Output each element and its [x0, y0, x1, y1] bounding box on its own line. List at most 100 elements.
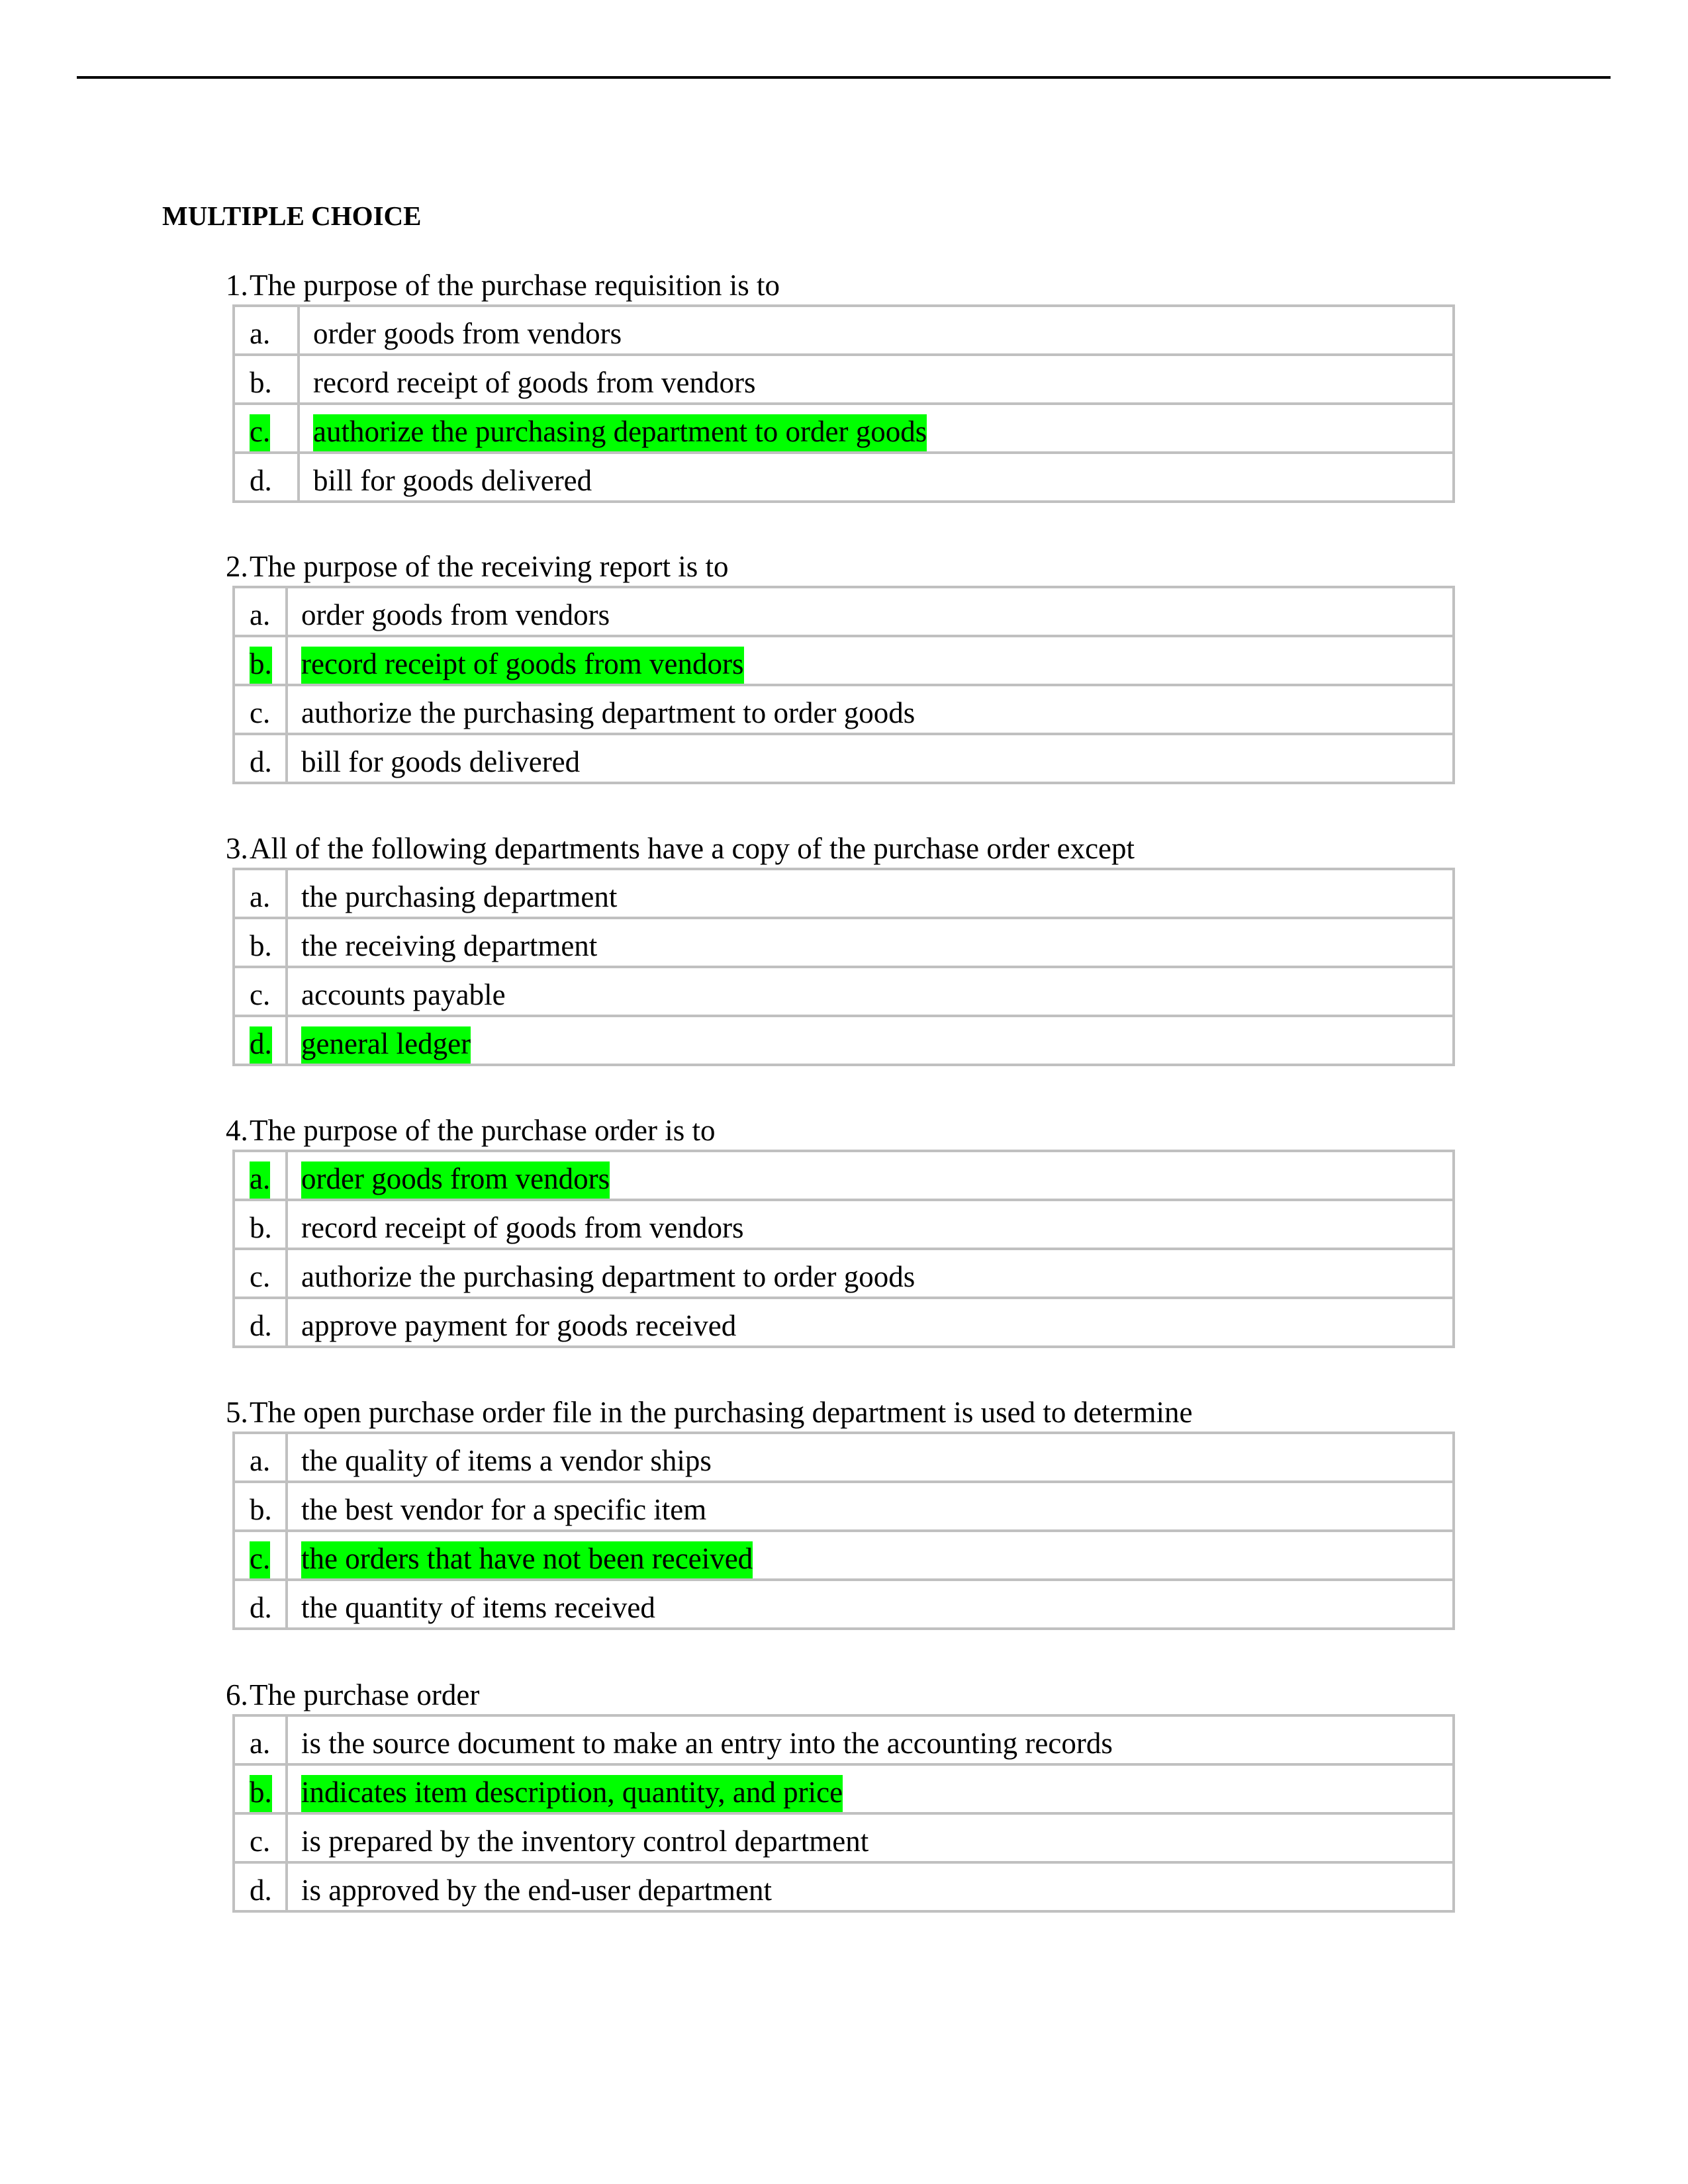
answer-choice-row[interactable]: b. the best vendor for a specific item: [232, 1480, 1455, 1532]
question-2: 2.The purpose of the receiving report is…: [0, 550, 1688, 837]
question-number: 5.: [226, 1396, 248, 1429]
choice-text: the quantity of items received: [301, 1591, 655, 1624]
choice-letter-cell: a.: [232, 1714, 288, 1766]
answer-choice-row[interactable]: c. the orders that have not been received: [232, 1529, 1455, 1581]
choice-text: order goods from vendors: [301, 598, 610, 631]
choice-text: bill for goods delivered: [301, 745, 581, 778]
answer-choice-row[interactable]: a. the quality of items a vendor ships: [232, 1432, 1455, 1483]
question-number: 2.: [226, 550, 248, 583]
answer-choice-row[interactable]: c. authorize the purchasing department to…: [232, 1248, 1455, 1299]
choice-text: the best vendor for a specific item: [301, 1493, 707, 1526]
answer-choice-row[interactable]: b. record receipt of goods from vendors: [232, 353, 1455, 405]
question-text: The open purchase order file in the purc…: [250, 1396, 1193, 1429]
answer-choice-row[interactable]: a. the purchasing department: [232, 868, 1455, 919]
choice-letter: b.: [250, 1211, 272, 1244]
answer-choice-row[interactable]: d. the quantity of items received: [232, 1578, 1455, 1630]
answer-choices-table: a. the purchasing department b. the receivi…: [232, 868, 1455, 1066]
choice-text: order goods from vendors: [313, 317, 622, 350]
choice-letter: a.: [250, 598, 271, 631]
choice-letter: c.: [250, 696, 271, 729]
choice-letter: d.: [250, 1874, 272, 1907]
answer-choice-row[interactable]: d. approve payment for goods received: [232, 1297, 1455, 1348]
choice-text: is the source document to make an entry …: [301, 1727, 1113, 1760]
choice-letter-cell: b.: [232, 1480, 288, 1532]
question-text: The purpose of the purchase requisition …: [250, 269, 780, 302]
choice-text: is approved by the end-user department: [301, 1874, 773, 1907]
question-3: 3.All of the following departments have …: [0, 832, 1688, 1119]
answer-choice-row[interactable]: a. order goods from vendors: [232, 1150, 1455, 1201]
answer-choice-row[interactable]: c. authorize the purchasing department to…: [232, 684, 1455, 735]
choice-text: authorize the purchasing department to o…: [301, 1260, 915, 1293]
answer-choice-row[interactable]: b. the receiving department: [232, 917, 1455, 968]
answer-choices-table: a. the quality of items a vendor ships b. t…: [232, 1432, 1455, 1630]
answer-choice-row[interactable]: d. bill for goods delivered: [232, 733, 1455, 784]
choice-letter-cell: b.: [232, 917, 288, 968]
choice-text-cell: is approved by the end-user department: [285, 1861, 1455, 1913]
question-number: 6.: [226, 1678, 248, 1711]
choice-text-cell: record receipt of goods from vendors: [285, 635, 1455, 686]
question-1: 1.The purpose of the purchase requisitio…: [0, 269, 1688, 556]
choice-text-cell: is prepared by the inventory control dep…: [285, 1812, 1455, 1864]
answer-choice-row[interactable]: d. bill for goods delivered: [232, 451, 1455, 503]
answer-choice-row[interactable]: c. is prepared by the inventory control d…: [232, 1812, 1455, 1864]
choice-text-highlighted: indicates item description, quantity, an…: [301, 1775, 843, 1812]
question-prompt: 4.The purpose of the purchase order is t…: [226, 1113, 716, 1148]
choice-letter-cell: d.: [232, 1861, 288, 1913]
choice-letter-highlighted: b.: [250, 1775, 272, 1812]
choice-letter-cell: b.: [232, 353, 300, 405]
question-prompt: 2.The purpose of the receiving report is…: [226, 549, 729, 584]
choice-letter-cell: d.: [232, 1015, 288, 1066]
choice-text: the receiving department: [301, 929, 598, 962]
answer-choice-row[interactable]: b. record receipt of goods from vendors: [232, 635, 1455, 686]
answer-choice-row[interactable]: c. authorize the purchasing department to…: [232, 402, 1455, 454]
choice-text-highlighted: general ledger: [301, 1026, 471, 1064]
question-prompt: 3.All of the following departments have …: [226, 831, 1135, 866]
choice-letter-cell: c.: [232, 402, 300, 454]
choice-text-cell: the quantity of items received: [285, 1578, 1455, 1630]
answer-choice-row[interactable]: a. is the source document to make an entr…: [232, 1714, 1455, 1766]
question-prompt: 6.The purchase order: [226, 1677, 479, 1713]
choice-letter-highlighted: a.: [250, 1161, 271, 1199]
question-text: All of the following departments have a …: [250, 832, 1135, 865]
choice-letter: d.: [250, 464, 272, 497]
choice-text: bill for goods delivered: [313, 464, 592, 497]
choice-text-cell: the purchasing department: [285, 868, 1455, 919]
answer-choice-row[interactable]: a. order goods from vendors: [232, 586, 1455, 637]
choice-letter: b.: [250, 929, 272, 962]
question-text: The purchase order: [250, 1678, 480, 1711]
choice-text-cell: order goods from vendors: [297, 304, 1455, 356]
question-prompt: 5.The open purchase order file in the pu…: [226, 1394, 1193, 1430]
answer-choice-row[interactable]: d. is approved by the end-user department: [232, 1861, 1455, 1913]
choice-text-cell: authorize the purchasing department to o…: [285, 1248, 1455, 1299]
choice-text-cell: order goods from vendors: [285, 1150, 1455, 1201]
choice-letter: b.: [250, 366, 272, 399]
question-6: 6.The purchase order a. is the source docu…: [0, 1678, 1688, 1966]
choice-letter-cell: a.: [232, 1150, 288, 1201]
choice-letter: d.: [250, 1309, 272, 1342]
question-text: The purpose of the receiving report is t…: [250, 550, 729, 583]
question-number: 4.: [226, 1114, 248, 1147]
question-number: 1.: [226, 269, 248, 302]
choice-letter: a.: [250, 1444, 271, 1477]
choice-letter-cell: a.: [232, 304, 300, 356]
answer-choice-row[interactable]: a. order goods from vendors: [232, 304, 1455, 356]
choice-letter: a.: [250, 1727, 271, 1760]
choice-text-cell: the best vendor for a specific item: [285, 1480, 1455, 1532]
choice-letter-cell: c.: [232, 1529, 288, 1581]
answer-choice-row[interactable]: b. indicates item description, quantity, …: [232, 1763, 1455, 1815]
choice-text-cell: indicates item description, quantity, an…: [285, 1763, 1455, 1815]
answer-choice-row[interactable]: d. general ledger: [232, 1015, 1455, 1066]
choice-text: record receipt of goods from vendors: [313, 366, 756, 399]
answer-choice-row[interactable]: b. record receipt of goods from vendors: [232, 1199, 1455, 1250]
answer-choice-row[interactable]: c. accounts payable: [232, 966, 1455, 1017]
choice-text: is prepared by the inventory control dep…: [301, 1825, 869, 1858]
choice-letter: d.: [250, 1591, 272, 1624]
choice-text-cell: bill for goods delivered: [297, 451, 1455, 503]
answer-choices-table: a. order goods from vendors b. record recei…: [232, 1150, 1455, 1348]
choice-letter-cell: b.: [232, 635, 288, 686]
choice-text-cell: authorize the purchasing department to o…: [297, 402, 1455, 454]
choice-text-cell: the orders that have not been received: [285, 1529, 1455, 1581]
choice-text-highlighted: order goods from vendors: [301, 1161, 610, 1199]
answer-choices-table: a. order goods from vendors b. record recei…: [232, 586, 1455, 784]
choice-letter: c.: [250, 978, 271, 1011]
